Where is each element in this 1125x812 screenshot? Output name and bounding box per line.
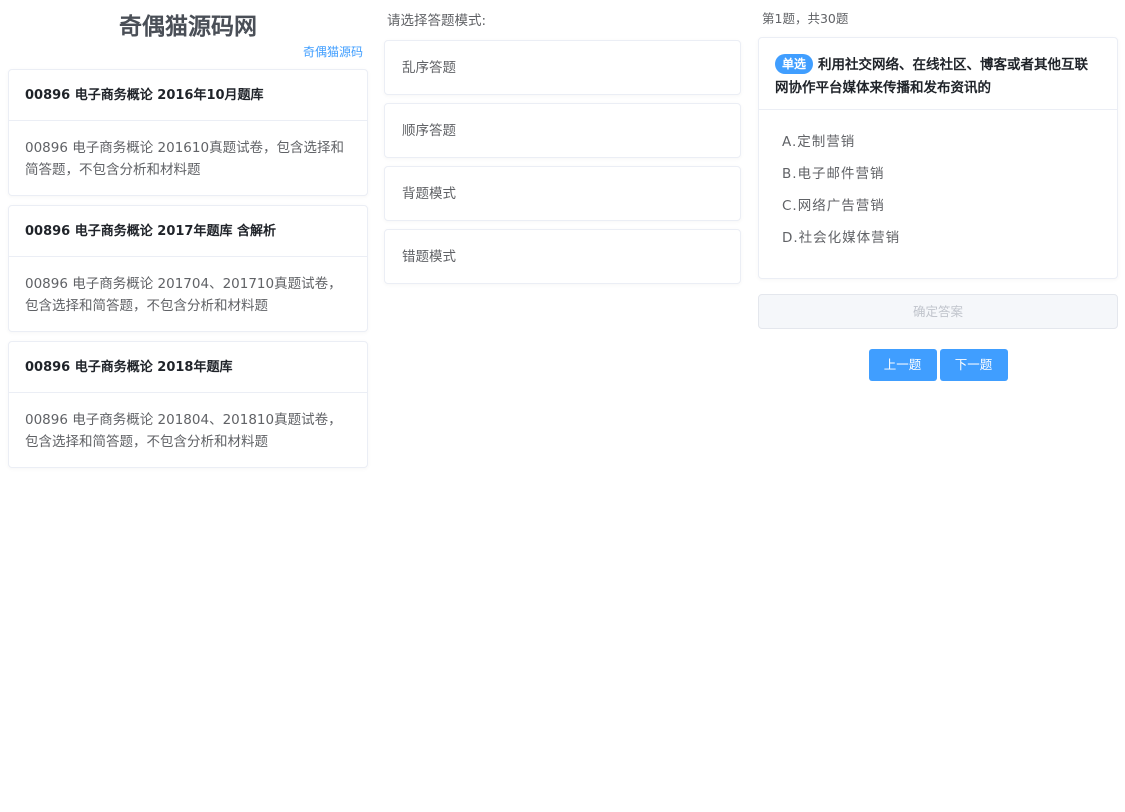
bank-card-desc: 00896 电子商务概论 201704、201710真题试卷，包含选择和简答题，…: [25, 276, 342, 314]
bank-card-desc: 00896 电子商务概论 201804、201810真题试卷，包含选择和简答题，…: [25, 412, 342, 450]
bank-card-title: 00896 电子商务概论 2018年题库: [9, 342, 367, 393]
bank-card-desc: 00896 电子商务概论 201610真题试卷，包含选择和简答题，不包含分析和材…: [25, 140, 345, 178]
question-type-badge: 单选: [775, 54, 814, 74]
question-progress: 第1题，共30题: [762, 11, 849, 26]
question-header: 单选 利用社交网络、在线社区、博客或者其他互联网协作平台媒体来传播和发布资讯的: [759, 38, 1117, 110]
mode-wrong-answers[interactable]: 错题模式: [384, 229, 741, 284]
site-title: 奇偶猫源码网: [119, 14, 257, 40]
option-d[interactable]: D.社会化媒体营销: [782, 226, 1094, 258]
option-list: A.定制营销 B.电子邮件营销 C.网络广告营销 D.社会化媒体营销: [759, 110, 1117, 278]
bank-list: 00896 电子商务概论 2016年10月题库 00896 电子商务概论 201…: [8, 69, 368, 468]
bank-card[interactable]: 00896 电子商务概论 2018年题库 00896 电子商务概论 201804…: [8, 341, 368, 468]
mode-sequential[interactable]: 顺序答题: [384, 103, 741, 158]
mode-memorize[interactable]: 背题模式: [384, 166, 741, 221]
question-column: 第1题，共30题 单选 利用社交网络、在线社区、博客或者其他互联网协作平台媒体来传…: [758, 0, 1118, 381]
mode-title: 请选择答题模式:: [387, 13, 487, 29]
bank-card-title: 00896 电子商务概论 2017年题库 含解析: [9, 206, 367, 257]
question-text: 利用社交网络、在线社区、博客或者其他互联网协作平台媒体来传播和发布资讯的: [775, 57, 1089, 96]
confirm-answer-button[interactable]: 确定答案: [758, 294, 1118, 329]
option-a[interactable]: A.定制营销: [782, 130, 1094, 162]
option-c[interactable]: C.网络广告营销: [782, 194, 1094, 226]
next-question-button[interactable]: 下一题: [939, 349, 1008, 381]
bank-card-title: 00896 电子商务概论 2016年10月题库: [9, 70, 367, 121]
mode-column: 请选择答题模式: 乱序答题 顺序答题 背题模式 错题模式: [384, 0, 741, 292]
mode-list: 乱序答题 顺序答题 背题模式 错题模式: [384, 40, 741, 284]
bank-card[interactable]: 00896 电子商务概论 2016年10月题库 00896 电子商务概论 201…: [8, 69, 368, 196]
option-b[interactable]: B.电子邮件营销: [782, 162, 1094, 194]
question-nav: 上一题 下一题: [758, 349, 1118, 381]
bank-card[interactable]: 00896 电子商务概论 2017年题库 含解析 00896 电子商务概论 20…: [8, 205, 368, 332]
question-card: 单选 利用社交网络、在线社区、博客或者其他互联网协作平台媒体来传播和发布资讯的 A…: [758, 37, 1118, 279]
prev-question-button[interactable]: 上一题: [868, 349, 937, 381]
bank-column: 奇偶猫源码网 奇偶猫源码 00896 电子商务概论 2016年10月题库 008…: [8, 0, 368, 477]
mode-random[interactable]: 乱序答题: [384, 40, 741, 95]
site-link[interactable]: 奇偶猫源码: [8, 44, 368, 60]
